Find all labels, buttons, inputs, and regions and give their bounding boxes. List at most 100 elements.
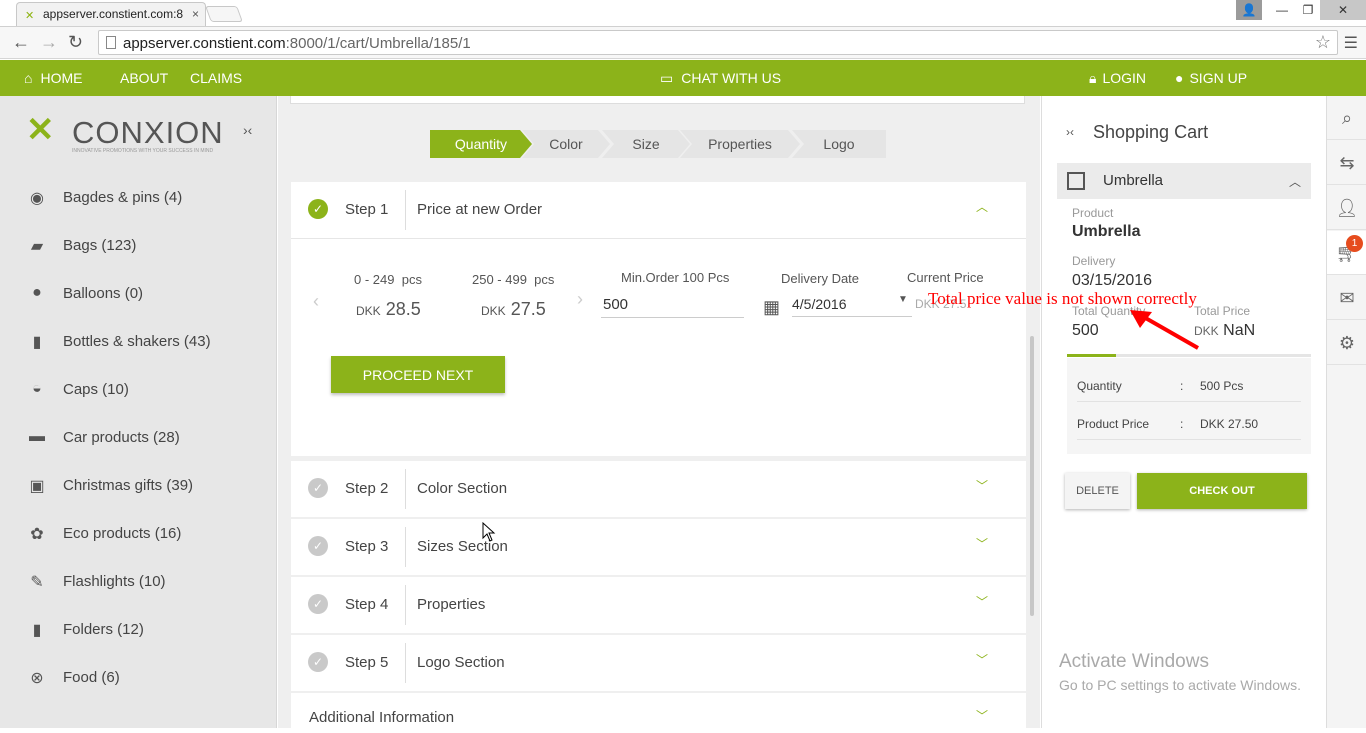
quantity-input[interactable] bbox=[601, 292, 744, 318]
step-number: Step 2 bbox=[345, 480, 389, 497]
proceed-next-button[interactable]: PROCEED NEXT bbox=[331, 356, 505, 393]
crumb-quantity[interactable]: Quantity bbox=[430, 130, 532, 158]
mail-icon[interactable]: ✉ bbox=[1327, 276, 1366, 320]
main-scrollbar[interactable] bbox=[1030, 336, 1034, 616]
chevron-down-icon[interactable]: ﹀ bbox=[976, 477, 988, 494]
delivery-label: Delivery bbox=[1072, 254, 1116, 268]
maximize-icon[interactable]: ❐ bbox=[1296, 0, 1320, 20]
calendar-icon[interactable]: ▦ bbox=[763, 297, 780, 318]
crumb-properties[interactable]: Properties bbox=[680, 130, 800, 158]
url-field[interactable]: appserver.constient.com:8000/1/cart/Umbr… bbox=[98, 30, 1338, 55]
step-title: Price at new Order bbox=[417, 201, 543, 218]
product-label: Product bbox=[1072, 206, 1114, 220]
site-favicon-icon: ✕ bbox=[25, 10, 35, 22]
cart-item-checkbox[interactable] bbox=[1067, 172, 1085, 190]
category-item[interactable]: ▮ Folders (12) bbox=[0, 606, 277, 654]
prev-tier-arrow-icon[interactable]: ‹ bbox=[313, 291, 319, 312]
detail-separator: : bbox=[1180, 379, 1184, 393]
chevron-down-icon[interactable]: ﹀ bbox=[976, 651, 988, 668]
category-label: Bags (123) bbox=[63, 237, 137, 254]
nav-login[interactable]: 🔒︎ LOGIN bbox=[1089, 70, 1146, 87]
crumb-logo[interactable]: Logo bbox=[792, 130, 886, 158]
user-icon: ● bbox=[1175, 70, 1184, 86]
crumb-size[interactable]: Size bbox=[602, 130, 690, 158]
category-item[interactable]: ▬ Car products (28) bbox=[0, 414, 277, 462]
step-4-header[interactable]: ✓ Step 4 Properties ﹀ bbox=[291, 577, 1026, 633]
flashlight-icon: ✎ bbox=[30, 574, 44, 591]
nav-about[interactable]: ABOUT bbox=[120, 70, 168, 86]
user-profile-icon[interactable]: 👤 bbox=[1236, 0, 1262, 20]
nav-home[interactable]: ⌂ HOME bbox=[24, 70, 82, 86]
step-number: Step 1 bbox=[345, 201, 389, 218]
minimize-icon[interactable]: — bbox=[1268, 0, 1296, 20]
compare-icon[interactable]: ⇆ bbox=[1327, 141, 1366, 185]
chevron-down-icon[interactable]: ﹀ bbox=[976, 593, 988, 610]
detail-label: Quantity bbox=[1077, 379, 1122, 393]
category-item[interactable]: ▮ Bottles & shakers (43) bbox=[0, 318, 277, 366]
tier1-range-text: 0 - 249 bbox=[354, 272, 395, 287]
browser-menu-icon[interactable]: ☰ bbox=[1344, 33, 1358, 53]
step-2-header[interactable]: ✓ Step 2 Color Section ﹀ bbox=[291, 461, 1026, 517]
step-divider bbox=[405, 469, 406, 509]
cart-icon[interactable]: 🛒︎ 1 bbox=[1327, 231, 1366, 275]
category-item[interactable]: ✎ Flashlights (10) bbox=[0, 558, 277, 606]
car-icon: ▬ bbox=[29, 428, 45, 445]
crumb-color[interactable]: Color bbox=[522, 130, 610, 158]
back-arrow-icon[interactable]: ← bbox=[12, 32, 30, 53]
close-tab-icon[interactable]: × bbox=[187, 7, 199, 21]
forward-arrow-icon[interactable]: → bbox=[40, 32, 58, 53]
detail-row: Quantity : 500 Pcs bbox=[1077, 366, 1301, 402]
expand-panel-icon[interactable]: ›‹ bbox=[1066, 125, 1074, 139]
nav-signup[interactable]: ● SIGN UP bbox=[1175, 70, 1247, 86]
category-item[interactable]: ▣ Christmas gifts (39) bbox=[0, 462, 277, 510]
category-item[interactable]: ● Balloons (0) bbox=[0, 270, 277, 318]
step-3-header[interactable]: ✓ Step 3 Sizes Section ﹀ bbox=[291, 519, 1026, 575]
category-item[interactable]: ▰ Bags (123) bbox=[0, 222, 277, 270]
tier2-unit: pcs bbox=[534, 272, 555, 287]
balloon-icon: ● bbox=[32, 284, 42, 301]
chevron-down-icon[interactable]: ﹀ bbox=[976, 535, 988, 552]
cart-item-header[interactable]: Umbrella ︿ bbox=[1057, 163, 1311, 199]
bottle-icon: ▮ bbox=[32, 334, 42, 351]
category-item[interactable]: ✿ Eco products (16) bbox=[0, 510, 277, 558]
tier2-range: 250 - 499 pcs bbox=[472, 272, 554, 287]
additional-info-header[interactable]: Additional Information ﹀ bbox=[291, 693, 1026, 733]
step-1-header[interactable]: ✓ Step 1 Price at new Order ︿ bbox=[291, 182, 1026, 238]
top-panel-edge bbox=[290, 96, 1025, 104]
new-tab-button[interactable] bbox=[205, 6, 243, 22]
step-divider bbox=[405, 527, 406, 567]
step-number: Step 4 bbox=[345, 596, 389, 613]
cart-progress-bar bbox=[1067, 354, 1311, 357]
category-label: Bottles & shakers (43) bbox=[63, 333, 211, 350]
collapse-sidebar-icon[interactable]: ›‹ bbox=[243, 122, 252, 138]
step-5-header[interactable]: ✓ Step 5 Logo Section ﹀ bbox=[291, 635, 1026, 691]
close-window-icon[interactable]: ✕ bbox=[1320, 0, 1366, 20]
category-item[interactable]: ◒ Caps (10) bbox=[0, 366, 277, 414]
reload-icon[interactable]: ↻ bbox=[68, 32, 83, 53]
next-tier-arrow-icon[interactable]: › bbox=[577, 289, 583, 310]
delivery-value: 03/15/2016 bbox=[1072, 272, 1153, 289]
url-host: appserver.constient.com bbox=[123, 35, 286, 52]
conxion-logo[interactable]: ✕ CONXION INNOVATIVE PROMOTIONS WITH YOU… bbox=[26, 111, 236, 154]
checkout-button[interactable]: CHECK OUT bbox=[1137, 473, 1307, 509]
nav-home-label: HOME bbox=[40, 70, 83, 86]
bag-icon: ▰ bbox=[30, 238, 44, 255]
nav-chat[interactable]: ▭ CHAT WITH US bbox=[660, 70, 781, 87]
nav-claims[interactable]: CLAIMS bbox=[190, 70, 242, 86]
logo-mark-icon: ✕ bbox=[26, 111, 55, 149]
logo-name: CONXION bbox=[72, 115, 224, 150]
category-item[interactable]: ⊗ Food (6) bbox=[0, 654, 277, 702]
delete-button[interactable]: DELETE bbox=[1065, 473, 1130, 509]
chevron-up-icon[interactable]: ︿ bbox=[1289, 173, 1301, 190]
chevron-down-icon[interactable]: ﹀ bbox=[976, 707, 988, 724]
category-item[interactable]: ◉ Bagdes & pins (4) bbox=[0, 174, 277, 222]
account-icon[interactable]: 👤︎ bbox=[1327, 186, 1366, 230]
tier1-price: DKK 28.5 bbox=[356, 299, 421, 320]
bookmark-star-icon[interactable]: ☆ bbox=[1315, 32, 1331, 53]
dropdown-arrow-icon[interactable]: ▼ bbox=[898, 294, 908, 305]
chevron-up-icon[interactable]: ︿ bbox=[976, 198, 988, 215]
delivery-date-input[interactable] bbox=[792, 291, 912, 317]
search-icon[interactable]: ⌕ bbox=[1327, 96, 1366, 140]
settings-gear-icon[interactable]: ⚙ bbox=[1327, 321, 1366, 365]
browser-tab[interactable]: ✕ appserver.constient.com:8 × bbox=[16, 2, 206, 26]
